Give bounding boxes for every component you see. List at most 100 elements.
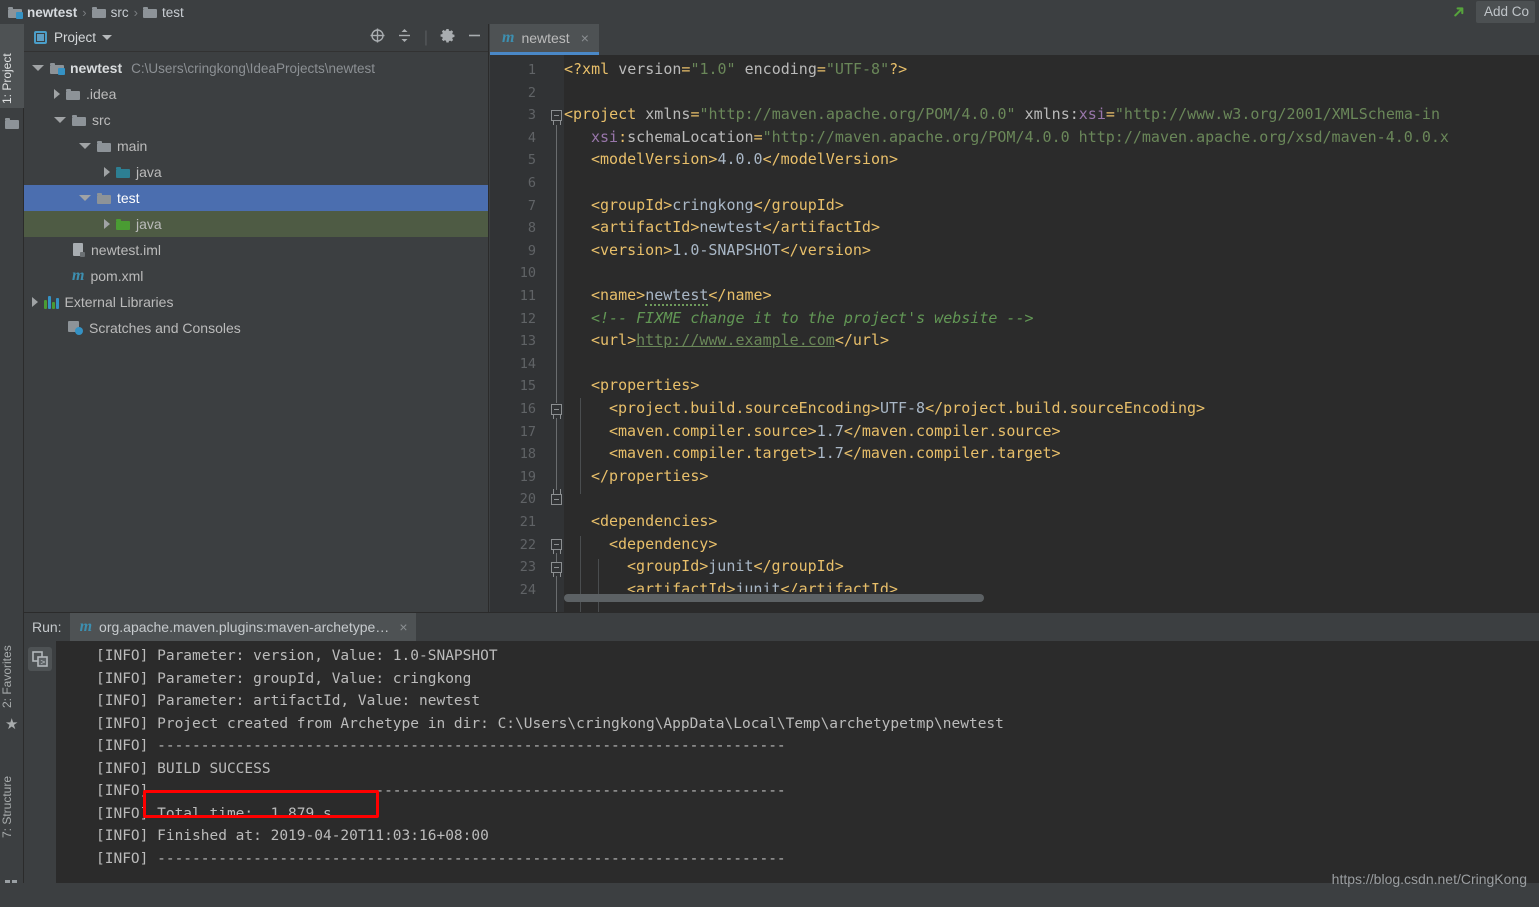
- module-folder-icon: [50, 62, 64, 74]
- tree-item-newtest-iml[interactable]: newtest.iml: [24, 237, 488, 263]
- maven-pom-icon: m: [502, 30, 514, 46]
- line-number: 20: [520, 491, 536, 507]
- console-line: [INFO] Parameter: groupId, Value: cringk…: [96, 668, 1539, 691]
- tree-item-main-java[interactable]: java: [24, 159, 488, 185]
- twisty-expanded-icon[interactable]: [79, 195, 91, 201]
- code-line-7: <groupId>cringkong</groupId>: [591, 194, 844, 217]
- code-line-15: <properties>: [591, 374, 699, 397]
- tree-item-label: main: [117, 138, 147, 154]
- fold-marker-dependency[interactable]: [551, 562, 563, 574]
- code-line-3: <project xmlns="http://maven.apache.org/…: [564, 103, 1440, 126]
- console-line: [INFO] BUILD SUCCESS: [96, 758, 1539, 781]
- sidebar-item-structure[interactable]: 7: Structure: [0, 746, 24, 842]
- tree-item-pom-xml[interactable]: m pom.xml: [24, 263, 488, 289]
- editor-horizontal-scrollbar[interactable]: [564, 594, 984, 602]
- watermark-text: https://blog.csdn.net/CringKong: [1332, 871, 1527, 887]
- twisty-collapsed-icon[interactable]: [54, 89, 60, 99]
- code-line-13: <url>http://www.example.com</url>: [591, 329, 889, 352]
- twisty-collapsed-icon[interactable]: [104, 167, 110, 177]
- folder-icon: [5, 116, 19, 129]
- fold-marker-properties-end[interactable]: [551, 494, 563, 506]
- code-line-8: <artifactId>newtest</artifactId>: [591, 216, 880, 239]
- tree-item-idea[interactable]: .idea: [24, 81, 488, 107]
- line-number: 17: [520, 424, 536, 440]
- console-output[interactable]: [INFO] Parameter: version, Value: 1.0-SN…: [56, 641, 1539, 884]
- chevron-down-icon[interactable]: [102, 35, 112, 40]
- breadcrumb-label: src: [111, 5, 129, 20]
- editor-tab-bar: m newtest ×: [490, 24, 1539, 55]
- hide-window-icon[interactable]: [467, 28, 482, 48]
- breadcrumb-item-newtest[interactable]: newtest: [8, 5, 77, 20]
- code-content[interactable]: <?xml version="1.0" encoding="UTF-8"?> <…: [564, 55, 1539, 612]
- hammer-icon[interactable]: ➜: [1447, 0, 1471, 24]
- project-pane-header: Project |: [24, 24, 488, 52]
- tree-item-test-java[interactable]: java: [24, 211, 488, 237]
- run-tool-window: Run: m org.apache.maven.plugins:maven-ar…: [24, 612, 1539, 883]
- tree-item-label: .idea: [86, 86, 116, 102]
- line-number: 9: [528, 243, 536, 259]
- tree-item-test[interactable]: test: [24, 185, 488, 211]
- star-icon: ★: [5, 718, 19, 731]
- tree-item-label: newtest: [70, 60, 122, 76]
- run-tab[interactable]: m org.apache.maven.plugins:maven-archety…: [70, 613, 416, 641]
- code-folding-rail[interactable]: [550, 55, 564, 612]
- code-editor[interactable]: 1 2 3 4 5 6 7 8 9 10 11 12 13 14 15 16 1…: [490, 55, 1539, 612]
- twisty-expanded-icon[interactable]: [54, 117, 66, 123]
- run-label: Run:: [32, 619, 62, 635]
- line-number: 10: [520, 265, 536, 281]
- code-line-11: <name>newtest</name>: [591, 284, 772, 307]
- twisty-expanded-icon[interactable]: [79, 143, 91, 149]
- line-number: 4: [528, 130, 536, 146]
- project-pane-title: Project: [54, 30, 96, 45]
- line-number: 24: [520, 582, 536, 598]
- svg-text:>: >: [41, 658, 46, 667]
- folder-icon: [92, 6, 106, 18]
- tree-item-external-libraries[interactable]: External Libraries: [24, 289, 488, 315]
- line-number: 6: [528, 175, 536, 191]
- twisty-expanded-icon[interactable]: [32, 65, 44, 71]
- add-configuration-button[interactable]: Add Co: [1476, 1, 1535, 23]
- breadcrumb-separator-icon: ›: [134, 5, 138, 20]
- tree-item-newtest[interactable]: newtest C:\Users\cringkong\IdeaProjects\…: [24, 55, 488, 81]
- line-number: 3: [528, 107, 536, 123]
- editor-tab-newtest[interactable]: m newtest ×: [490, 24, 599, 55]
- breadcrumb-separator-icon: ›: [82, 5, 86, 20]
- sidebar-item-favorites[interactable]: 2: Favorites: [0, 614, 24, 712]
- tree-item-label: test: [117, 190, 140, 206]
- code-line-19: </properties>: [591, 465, 708, 488]
- settings-gear-icon[interactable]: [440, 28, 455, 48]
- maven-pom-icon: m: [72, 268, 84, 284]
- breadcrumb-item-src[interactable]: src: [92, 5, 129, 20]
- close-icon[interactable]: ×: [581, 30, 589, 46]
- sidebar-item-project[interactable]: 1: Project: [0, 24, 24, 108]
- tree-item-label: Scratches and Consoles: [89, 320, 241, 336]
- line-number: 21: [520, 514, 536, 530]
- tree-item-src[interactable]: src: [24, 107, 488, 133]
- intellij-idea-window: newtest › src › test ➜ Add Co 1: Project…: [0, 0, 1539, 907]
- fold-marker-properties[interactable]: [551, 404, 563, 416]
- tree-item-main[interactable]: main: [24, 133, 488, 159]
- run-side-toolbar: >: [24, 641, 56, 884]
- source-folder-icon: [116, 166, 130, 178]
- line-number: 12: [520, 311, 536, 327]
- tree-item-scratches-and-consoles[interactable]: Scratches and Consoles: [24, 315, 488, 341]
- editor-tab-label: newtest: [521, 30, 569, 46]
- close-icon[interactable]: ×: [399, 619, 407, 635]
- locate-icon[interactable]: [370, 28, 385, 48]
- breadcrumb-label: test: [162, 5, 184, 20]
- navigation-bar: newtest › src › test ➜ Add Co: [0, 0, 1539, 24]
- line-number: 19: [520, 469, 536, 485]
- line-number: 8: [528, 220, 536, 236]
- fold-marker-project[interactable]: [551, 110, 563, 122]
- project-tree: newtest C:\Users\cringkong\IdeaProjects\…: [24, 52, 488, 341]
- folder-icon: [143, 6, 157, 18]
- fold-marker-dependencies[interactable]: [551, 539, 563, 551]
- project-view-icon: [34, 31, 47, 44]
- twisty-collapsed-icon[interactable]: [32, 297, 38, 307]
- breadcrumb-item-test[interactable]: test: [143, 5, 184, 20]
- show-console-icon[interactable]: >: [28, 647, 52, 671]
- collapse-all-icon[interactable]: [397, 28, 412, 48]
- twisty-collapsed-icon[interactable]: [104, 219, 110, 229]
- line-number: 14: [520, 356, 536, 372]
- line-number: 11: [520, 288, 536, 304]
